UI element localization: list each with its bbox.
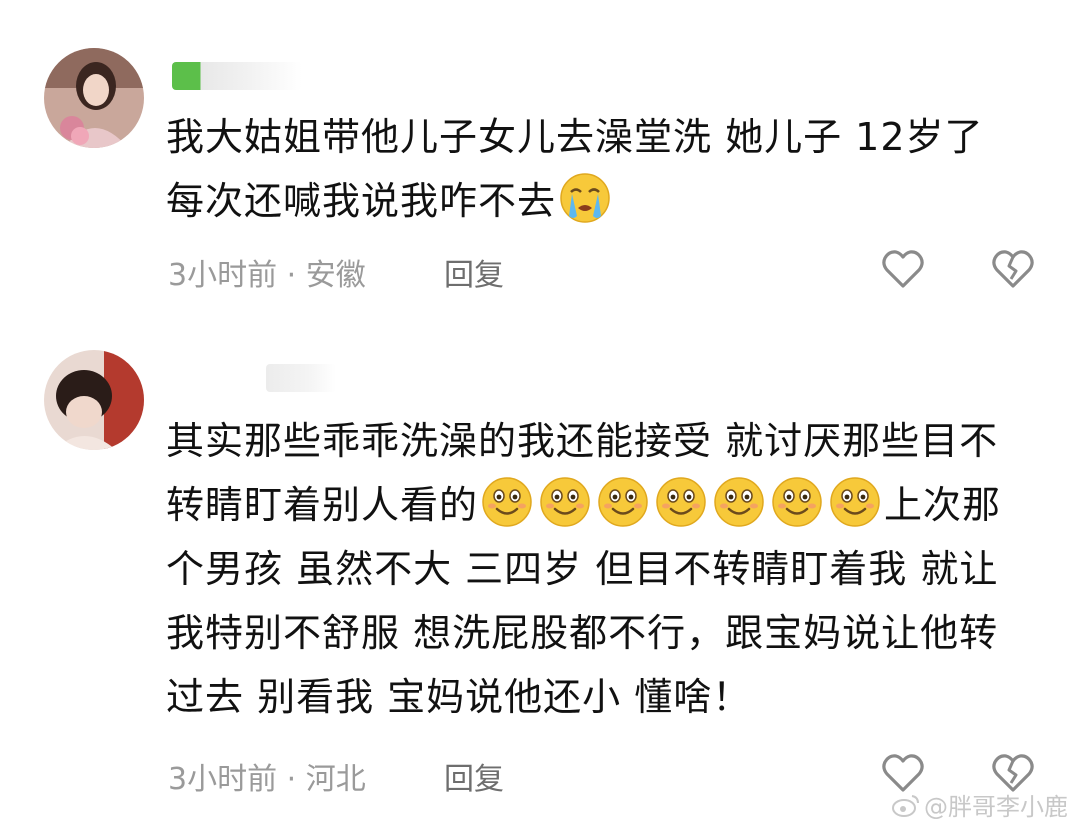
meta-separator: · — [277, 258, 306, 293]
meta-separator: · — [277, 762, 306, 797]
avatar-image — [44, 48, 144, 148]
comment-line: 个男孩 虽然不大 三四岁 但目不转睛盯着我 就让 — [166, 547, 999, 591]
comment-meta: 3小时前 · 河北 — [168, 754, 366, 798]
smile-emoji-row — [478, 477, 884, 527]
reply-button[interactable]: 回复 — [444, 754, 504, 798]
location: 安徽 — [305, 258, 366, 293]
comment-line-with-emoji: 每次还喊我说我咋不去 — [166, 169, 1046, 233]
reply-button[interactable]: 回复 — [444, 250, 504, 294]
comment-line: 每次还喊我说我咋不去 — [166, 179, 557, 223]
comment-line: 我大姑姐带他儿子女儿去澡堂洗 她儿子 12岁了 — [166, 115, 984, 159]
comment-line: 过去 别看我 宝妈说他还小 懂啥！ — [166, 675, 752, 719]
smile-emoji-icon — [598, 477, 648, 527]
watermark-text: @胖哥李小鹿 — [924, 793, 1068, 821]
smile-emoji-icon — [656, 477, 706, 527]
avatar[interactable] — [44, 350, 144, 450]
comment-line: 上次那 — [884, 483, 1002, 527]
heart-outline-icon[interactable] — [880, 246, 926, 292]
smile-emoji-icon — [714, 477, 764, 527]
username-redacted — [266, 364, 336, 392]
timestamp: 3小时前 — [168, 762, 278, 797]
username-redacted — [172, 62, 302, 90]
crying-emoji-icon — [560, 173, 610, 223]
comment-text: 我大姑姐带他儿子女儿去澡堂洗 她儿子 12岁了 每次还喊我说我咋不去 — [166, 105, 1046, 233]
timestamp: 3小时前 — [168, 258, 278, 293]
smile-emoji-icon — [772, 477, 822, 527]
comment-line-with-emoji: 转睛盯着别人看的 上次那 — [166, 473, 1046, 537]
smile-emoji-icon — [482, 477, 532, 527]
comment-meta: 3小时前 · 安徽 — [168, 250, 366, 294]
comment-text: 其实那些乖乖洗澡的我还能接受 就讨厌那些目不 转睛盯着别人看的 上次那 个男孩 虽… — [166, 409, 1046, 729]
location: 河北 — [305, 762, 366, 797]
smile-emoji-icon — [830, 477, 880, 527]
broken-heart-icon[interactable] — [990, 246, 1036, 292]
watermark: @胖哥李小鹿 — [892, 787, 1068, 822]
avatar-image — [44, 350, 144, 450]
comment-line: 转睛盯着别人看的 — [166, 483, 479, 527]
smile-emoji-icon — [540, 477, 590, 527]
comment-line: 其实那些乖乖洗澡的我还能接受 就讨厌那些目不 — [166, 419, 999, 463]
comment-line: 我特别不舒服 想洗屁股都不行，跟宝妈说让他转 — [166, 611, 999, 655]
weibo-logo-icon — [892, 794, 919, 817]
avatar[interactable] — [44, 48, 144, 148]
